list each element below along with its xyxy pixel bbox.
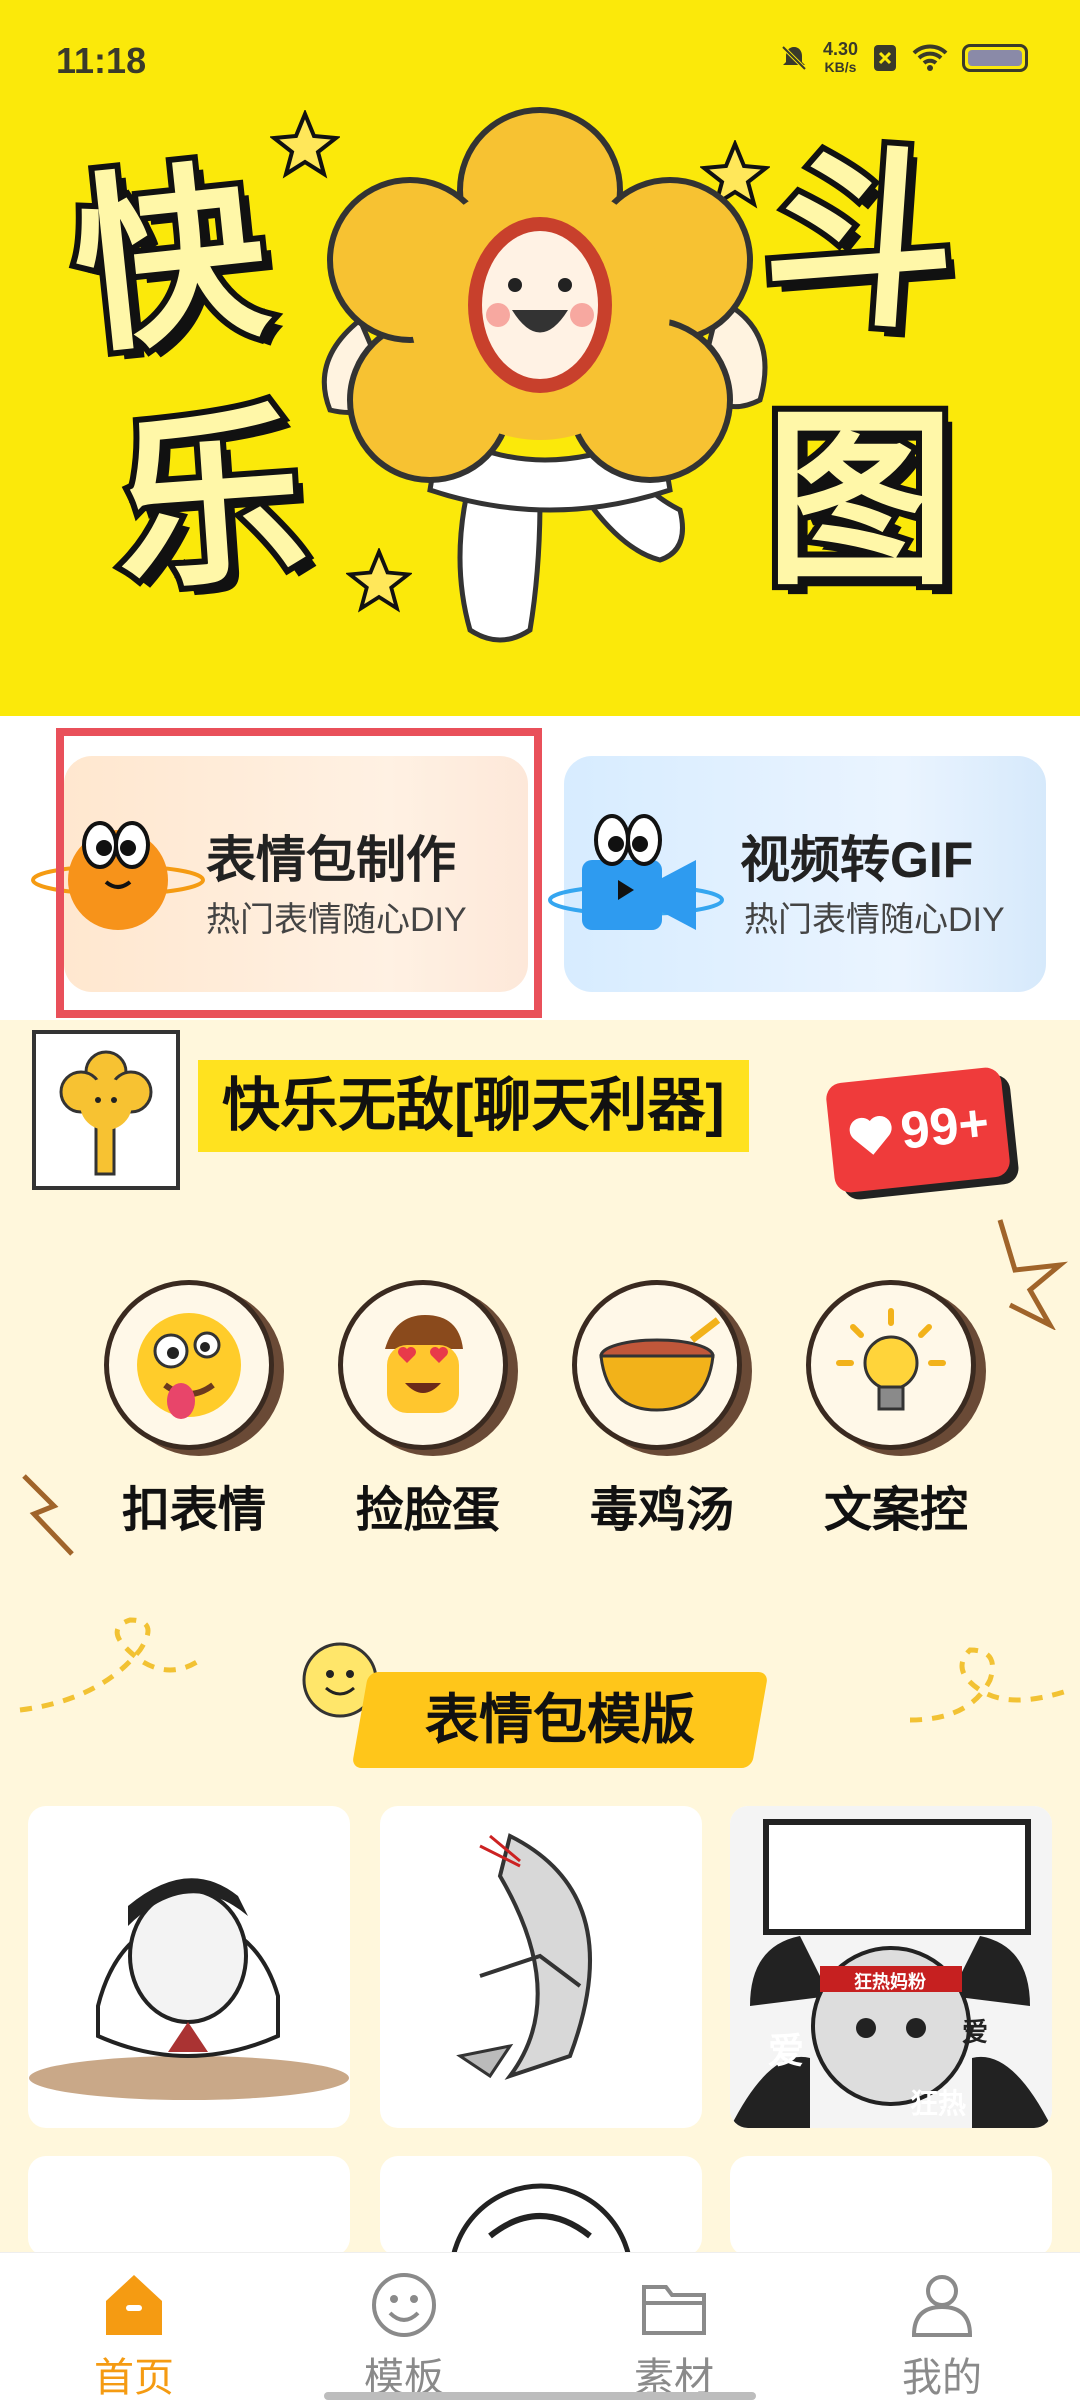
smiley-icon <box>372 2273 436 2337</box>
template-card-meme-3[interactable]: 狂热妈粉 爱 爱 狂热 <box>730 1806 1052 2128</box>
nav-label: 首页 <box>94 2356 174 2400</box>
meme-love-left-text: 爱 <box>768 2030 805 2071</box>
hero-char-tu: 图 <box>759 388 961 611</box>
flower-tree-flag-icon <box>32 1030 180 1190</box>
dashed-swirl-decoration-icon <box>909 1647 1071 1723</box>
soup-bowl-icon <box>599 1317 721 1412</box>
net-speed-value: 4.30 <box>822 39 858 59</box>
fish-kick-meme-image <box>456 1833 592 2080</box>
nav-label: 我的 <box>902 2356 982 2400</box>
meme-crazy-text: 狂热 <box>910 2088 967 2119</box>
category-label: 文案控 <box>823 1484 968 1537</box>
category-icon-circle <box>806 1280 976 1450</box>
status-icons: 4.30 KB/s <box>779 40 1028 76</box>
category-label: 扣表情 <box>121 1484 266 1537</box>
battery-icon <box>962 44 1028 72</box>
category-icon-circle <box>338 1280 508 1450</box>
nav-item-materials[interactable]: 素材 <box>584 2271 764 2400</box>
thinking-man-meme-image <box>29 1878 349 2100</box>
sparkle-decoration-icon <box>997 1219 1068 1330</box>
hero-char-kuai: 快 <box>58 133 282 387</box>
nav-item-mine[interactable]: 我的 <box>852 2271 1032 2400</box>
likes-badge: 99+ <box>824 1066 1012 1194</box>
meme-face-image <box>450 2183 632 2256</box>
person-icon <box>911 2275 973 2337</box>
feature-card-video-to-gif[interactable]: 视频转GIF 热门表情随心DIY <box>548 756 1046 992</box>
card-subtitle: 热门表情随心DIY <box>744 901 1005 939</box>
likes-count: 99+ <box>897 1093 992 1161</box>
template-section-title: 表情包模版 <box>425 1690 695 1750</box>
home-indicator[interactable] <box>324 2392 756 2400</box>
wifi-icon <box>912 44 948 71</box>
lightning-decoration-icon <box>22 1474 74 1556</box>
nav-item-home[interactable]: 首页 <box>44 2271 224 2400</box>
net-speed-unit: KB/s <box>824 59 857 75</box>
selection-highlight-box <box>56 728 542 1018</box>
template-card-meme-2[interactable] <box>380 1806 702 2128</box>
home-icon <box>106 2275 162 2335</box>
nav-item-templates[interactable]: 模板 <box>314 2271 494 2400</box>
category-icon-circle <box>104 1280 274 1450</box>
heart-eyes-face-emoji-icon <box>385 1315 463 1413</box>
meme-headband-text: 狂热妈粉 <box>854 1972 926 1992</box>
status-time: 11:18 <box>56 40 147 81</box>
section-title-chat-tools: 快乐无敌[聊天利器] <box>198 1060 749 1152</box>
bottom-navigation: 首页 模板 素材 我的 <box>0 2252 1080 2408</box>
category-label: 捡脸蛋 <box>355 1484 500 1537</box>
sim-off-icon <box>874 45 896 71</box>
lightbulb-icon <box>836 1308 946 1411</box>
hero-char-le: 乐 <box>101 376 318 624</box>
category-label: 毒鸡汤 <box>589 1484 734 1537</box>
template-card-meme-4[interactable] <box>28 2156 350 2256</box>
template-card-meme-5[interactable] <box>380 2156 702 2256</box>
template-card-meme-6[interactable] <box>730 2156 1052 2256</box>
meme-love-right-text: 爱 <box>962 2017 989 2047</box>
template-card-meme-1[interactable] <box>28 1806 350 2128</box>
bell-muted-icon <box>781 45 807 71</box>
hero-banner[interactable]: 11:18 4.30 KB/s 快 乐 斗 图 <box>0 0 1080 716</box>
panda-sign-meme-image <box>730 1806 1052 2128</box>
heart-icon <box>849 1115 892 1155</box>
card-title: 视频转GIF <box>740 832 974 888</box>
dashed-swirl-decoration-icon <box>19 1617 202 1713</box>
blue-camera-mascot-icon <box>548 814 724 930</box>
net-speed: 4.30 KB/s <box>823 40 858 76</box>
folder-icon <box>642 2285 706 2335</box>
crazy-face-emoji-icon <box>137 1313 241 1419</box>
category-icon-circle <box>572 1280 742 1450</box>
flower-mascot-illustration <box>321 107 768 643</box>
